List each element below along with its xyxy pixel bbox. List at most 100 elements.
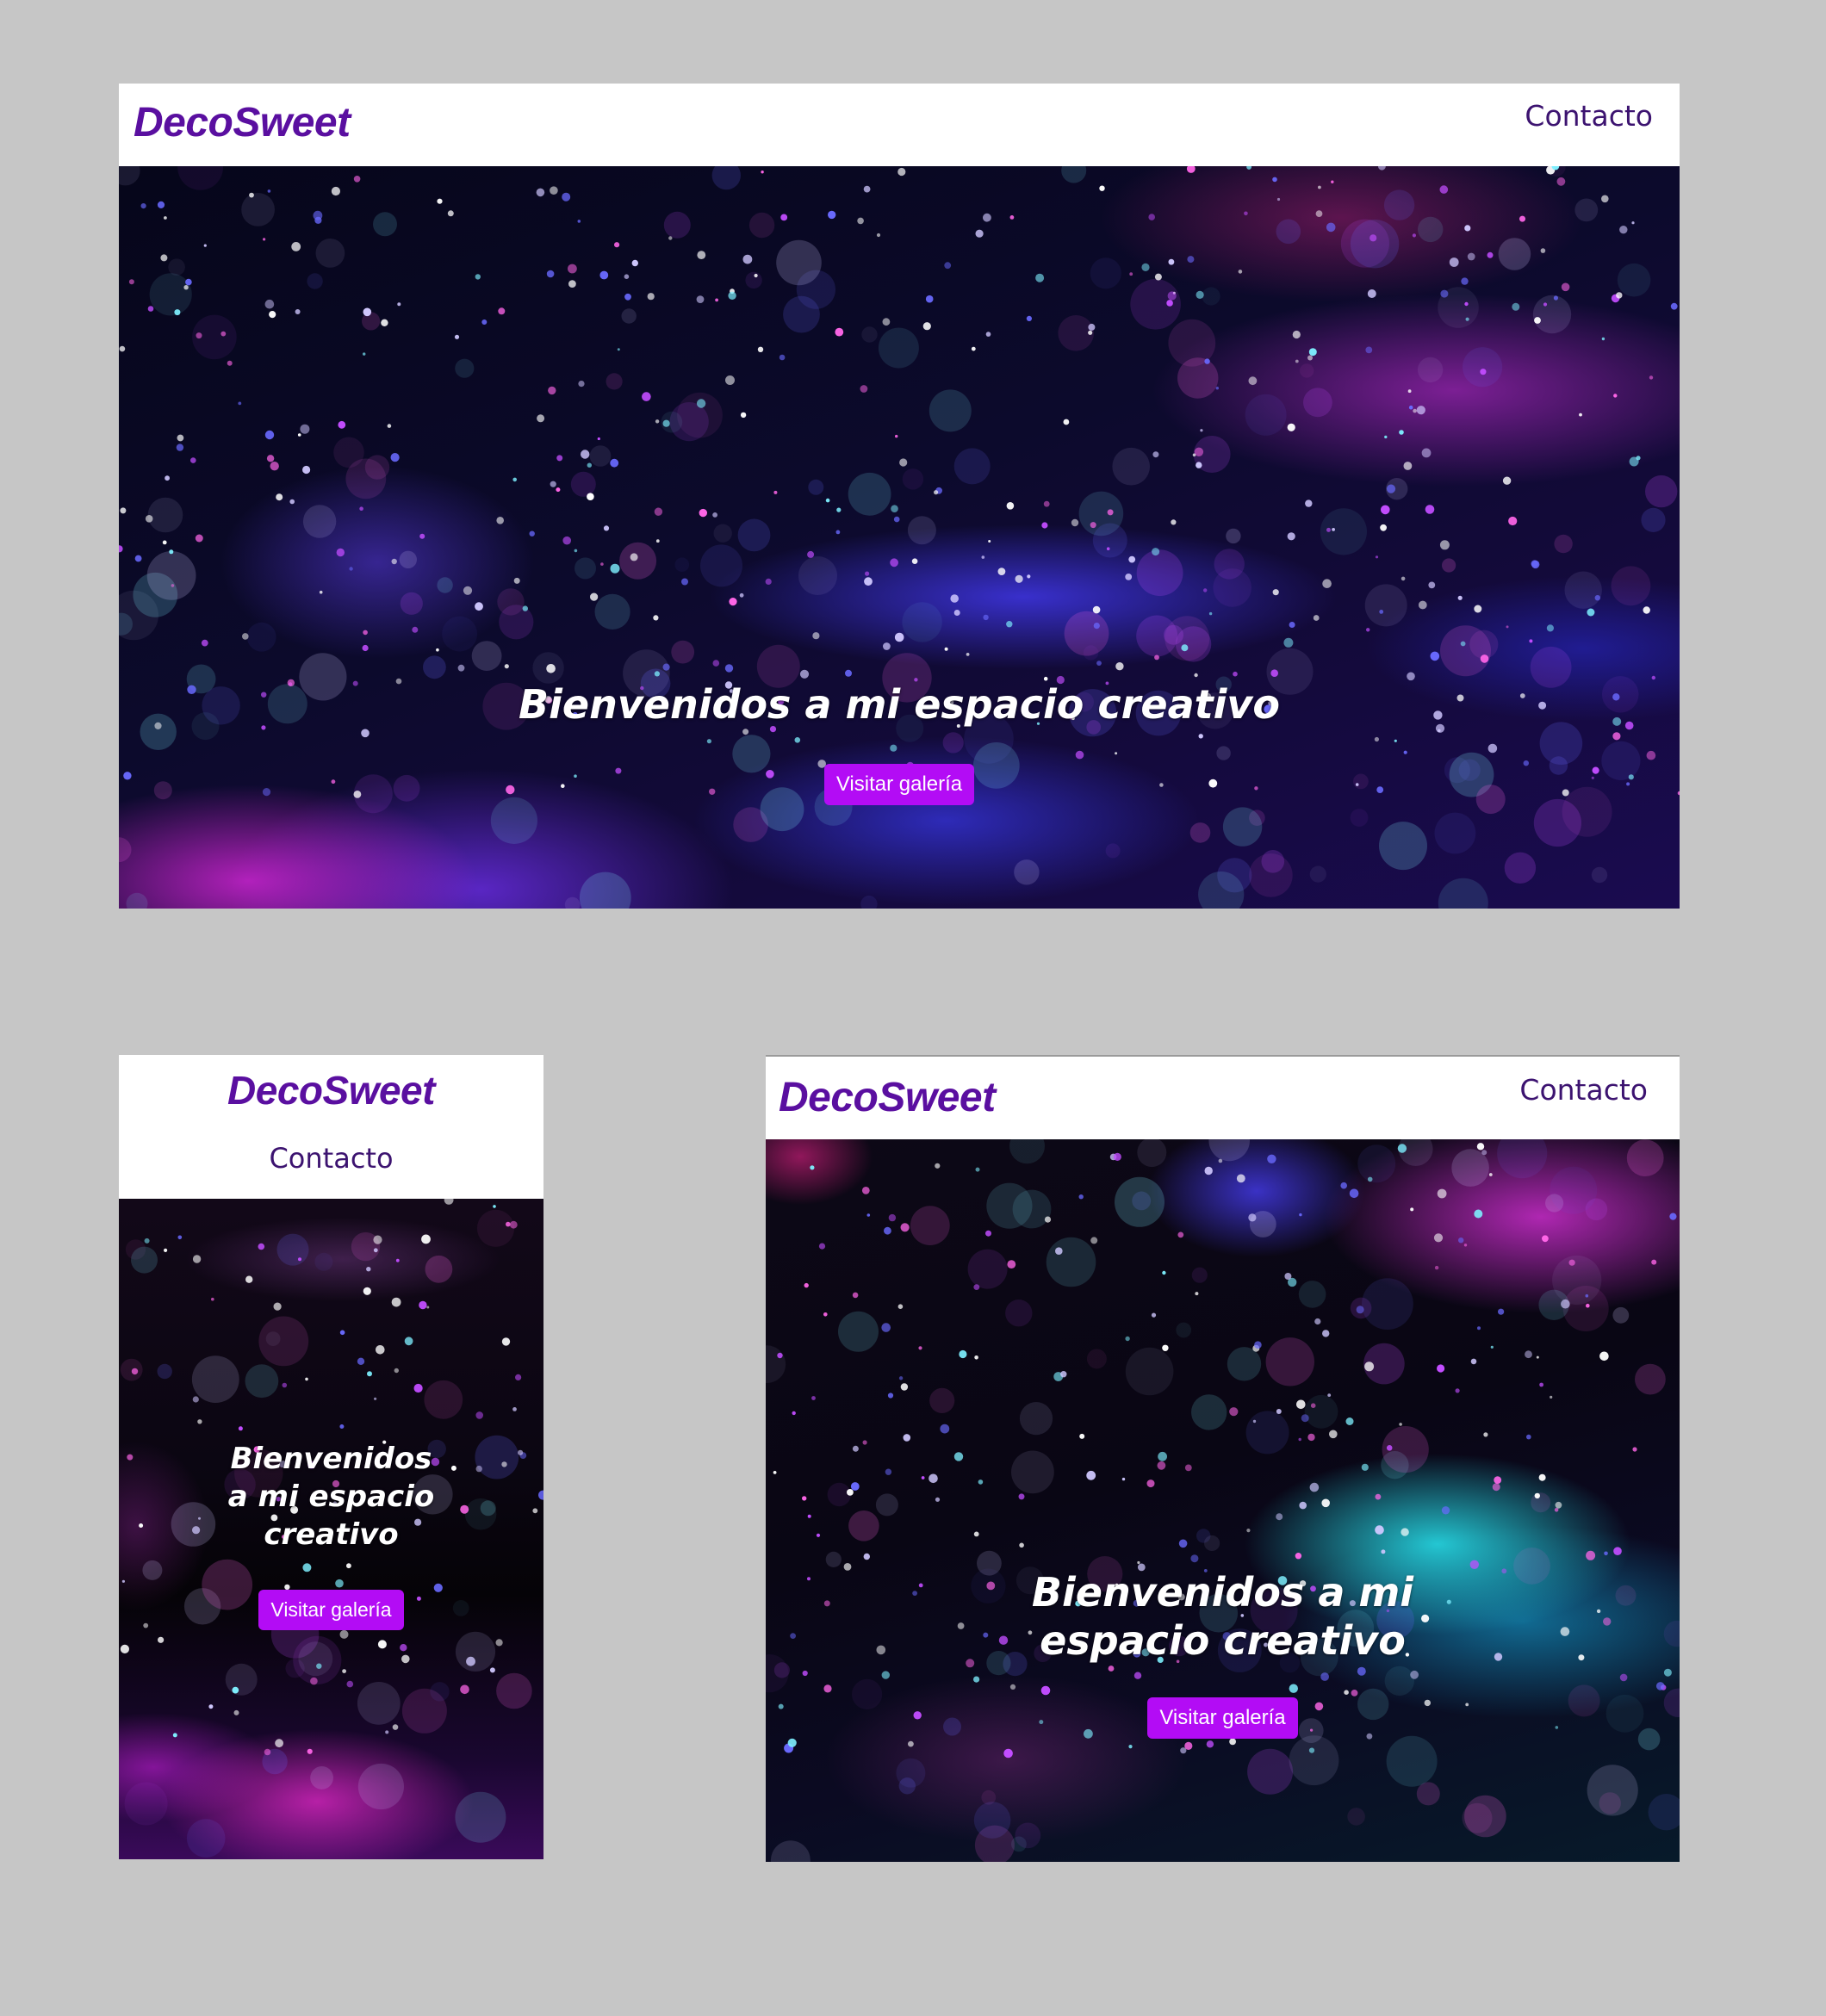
sparkle-dot bbox=[363, 1287, 371, 1295]
bokeh-blob bbox=[733, 807, 768, 842]
sparkle-dot bbox=[264, 299, 275, 309]
sparkle-dot bbox=[792, 1411, 796, 1416]
sparkle-dot bbox=[495, 1639, 503, 1647]
sparkle-dot bbox=[1412, 233, 1416, 238]
site-logo[interactable]: DecoSweet bbox=[134, 99, 351, 146]
sparkle-dot bbox=[1651, 675, 1656, 680]
sparkle-dot bbox=[1308, 348, 1317, 357]
sparkle-dot bbox=[1361, 1463, 1369, 1471]
sparkle-dot bbox=[568, 280, 576, 288]
sparkle-dot bbox=[908, 1740, 914, 1747]
sparkle-dot bbox=[1276, 1513, 1283, 1521]
hero-title-line: creativo bbox=[264, 1517, 399, 1552]
sparkle-dot bbox=[1152, 548, 1160, 556]
sparkle-dot bbox=[918, 1346, 922, 1350]
sparkle-dot bbox=[562, 536, 571, 545]
bokeh-blob bbox=[878, 327, 919, 369]
sparkle-dot bbox=[603, 525, 610, 531]
sparkle-dot bbox=[1529, 639, 1533, 643]
sparkle-dot bbox=[1467, 252, 1475, 261]
sparkle-dot bbox=[1407, 672, 1415, 681]
bokeh-blob bbox=[1298, 1281, 1326, 1308]
sparkle-dot bbox=[550, 481, 556, 487]
bokeh-blob bbox=[362, 312, 381, 331]
visit-gallery-button[interactable]: Visitar galería bbox=[258, 1590, 404, 1630]
sparkle-dot bbox=[654, 507, 663, 516]
sparkle-dot bbox=[845, 669, 852, 677]
bokeh-blob bbox=[1438, 878, 1488, 909]
bokeh-blob bbox=[1303, 388, 1332, 418]
sparkle-dot bbox=[935, 487, 942, 494]
sparkle-dot bbox=[599, 270, 609, 280]
sparkle-dot bbox=[1538, 1473, 1546, 1481]
sparkle-dot bbox=[493, 1205, 496, 1208]
bokeh-blob bbox=[1204, 1535, 1220, 1552]
sparkle-dot bbox=[1272, 589, 1279, 596]
bokeh-blob bbox=[898, 1777, 916, 1795]
nav-link-contacto[interactable]: Contacto bbox=[1519, 1073, 1648, 1107]
sparkle-dot bbox=[662, 663, 670, 671]
sparkle-dot bbox=[263, 238, 266, 241]
sparkle-dot bbox=[353, 176, 361, 183]
sparkle-dot bbox=[1579, 413, 1582, 417]
bokeh-blob bbox=[1554, 534, 1573, 554]
sparkle-dot bbox=[978, 1479, 984, 1485]
sparkle-dot bbox=[373, 1235, 382, 1244]
sparkle-dot bbox=[269, 311, 276, 319]
sparkle-dot bbox=[419, 1300, 427, 1310]
sparkle-dot bbox=[273, 1302, 282, 1311]
sparkle-dot bbox=[1428, 581, 1436, 589]
sparkle-dot bbox=[1195, 1292, 1199, 1296]
bokeh-blob bbox=[1463, 347, 1503, 388]
sparkle-dot bbox=[1158, 1451, 1167, 1461]
sparkle-dot bbox=[1215, 387, 1220, 390]
visit-gallery-button[interactable]: Visitar galería bbox=[1147, 1697, 1298, 1739]
bokeh-blob bbox=[1386, 478, 1408, 500]
sparkle-dot bbox=[1611, 294, 1620, 303]
bokeh-blob bbox=[1046, 1237, 1096, 1287]
bokeh-blob bbox=[1198, 872, 1245, 909]
sparkle-dot bbox=[888, 1213, 897, 1222]
sparkle-dot bbox=[147, 306, 154, 312]
site-logo[interactable]: DecoSweet bbox=[779, 1074, 996, 1121]
bokeh-blob bbox=[314, 1252, 333, 1271]
sparkle-dot bbox=[712, 660, 720, 667]
sparkle-dot bbox=[739, 592, 744, 598]
bokeh-blob bbox=[1191, 1267, 1208, 1283]
sparkle-dot bbox=[631, 259, 638, 267]
sparkle-dot bbox=[1326, 527, 1331, 532]
sparkle-dot bbox=[1180, 1747, 1187, 1754]
sparkle-dot bbox=[1434, 1265, 1439, 1270]
sparkle-dot bbox=[1307, 1433, 1315, 1442]
sparkle-dot bbox=[1470, 1358, 1477, 1365]
sparkle-dot bbox=[1542, 1235, 1549, 1243]
sparkle-dot bbox=[1078, 1194, 1084, 1200]
sparkle-dot bbox=[1238, 270, 1243, 274]
nav-link-contacto[interactable]: Contacto bbox=[1525, 99, 1653, 133]
sparkle-dot bbox=[1295, 1553, 1302, 1560]
sparkle-dot bbox=[882, 318, 891, 326]
bokeh-blob bbox=[589, 445, 612, 467]
bokeh-blob bbox=[1574, 198, 1599, 222]
visit-gallery-button[interactable]: Visitar galería bbox=[823, 764, 975, 805]
sparkle-dot bbox=[1318, 185, 1321, 189]
sparkle-dot bbox=[195, 534, 203, 543]
bokeh-blob bbox=[1165, 616, 1210, 661]
sparkle-dot bbox=[1561, 1299, 1570, 1309]
sparkle-dot bbox=[1162, 1344, 1169, 1351]
nav-link-contacto[interactable]: Contacto bbox=[119, 1142, 543, 1175]
sparkle-dot bbox=[1252, 1344, 1260, 1352]
bokeh-blob bbox=[125, 1239, 146, 1260]
sparkle-dot bbox=[404, 1337, 413, 1346]
site-logo[interactable]: DecoSweet bbox=[119, 1067, 543, 1113]
sparkle-dot bbox=[897, 1304, 904, 1309]
sparkle-dot bbox=[1248, 376, 1258, 386]
bokeh-blob bbox=[953, 448, 991, 485]
sparkle-dot bbox=[387, 424, 392, 428]
sparkle-dot bbox=[512, 477, 517, 482]
bokeh-blob bbox=[1562, 1286, 1609, 1331]
tablet-mockup: DecoSweet Contacto Bienvenidos a mi espa… bbox=[766, 1055, 1680, 1862]
sparkle-dot bbox=[784, 1743, 794, 1753]
sparkle-dot bbox=[120, 1644, 129, 1653]
hero-title-line: Bienvenidos bbox=[230, 1442, 432, 1476]
